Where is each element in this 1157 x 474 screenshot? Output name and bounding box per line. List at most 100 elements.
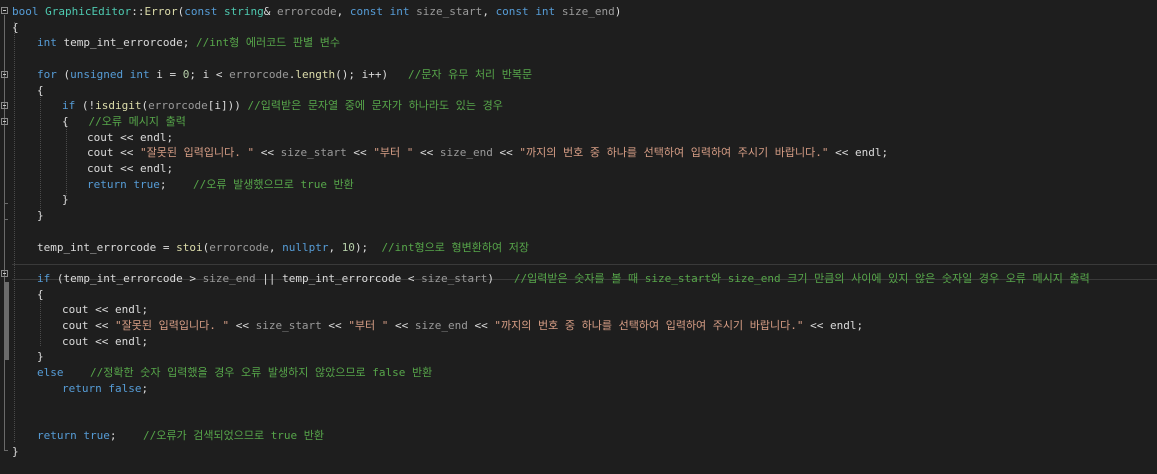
code-line[interactable]: if (!isdigit(errorcode[i])) //입력받은 문자열 중… xyxy=(62,98,503,114)
code-token: > xyxy=(182,271,203,285)
fold-end xyxy=(4,450,8,451)
code-token: ++) xyxy=(368,67,408,81)
code-line[interactable]: if (temp_int_errorcode > size_end || tem… xyxy=(37,271,1090,287)
collapse-for-icon[interactable] xyxy=(1,71,8,78)
code-token: size_start xyxy=(280,146,347,160)
code-token: return xyxy=(87,177,127,191)
indent-guide xyxy=(40,296,41,346)
code-token: << xyxy=(113,130,140,144)
code-token: errorcode xyxy=(229,67,289,81)
code-line[interactable]: return true; //오류 발생했으므로 true 반환 xyxy=(87,177,354,193)
code-token: = xyxy=(162,67,183,81)
code-line[interactable]: cout << "잘못된 입력입니다. " << size_start << "… xyxy=(62,318,863,334)
code-token: endl xyxy=(830,319,857,332)
code-line[interactable]: else //정확한 숫자 입력했을 경우 오류 발생하지 않았으므로 fals… xyxy=(37,365,432,381)
code-token: unsigned xyxy=(70,67,124,81)
code-line[interactable]: { xyxy=(37,287,44,303)
code-line[interactable]: for (unsigned int i = 0; i < errorcode.l… xyxy=(37,67,532,83)
code-line[interactable]: bool GraphicEditor::Error(const string& … xyxy=(12,4,621,20)
collapse-if-icon[interactable] xyxy=(1,270,8,277)
code-token: } xyxy=(12,444,19,458)
code-token: "부터 " xyxy=(348,319,389,332)
code-token: //오류 메시지 출력 xyxy=(88,114,186,128)
code-token: temp_int_errorcode xyxy=(37,240,157,254)
code-token: length xyxy=(295,67,336,81)
code-token: < xyxy=(401,271,422,285)
code-token: nullptr xyxy=(282,240,329,254)
code-line[interactable]: cout << endl; xyxy=(62,334,148,350)
code-token: 10 xyxy=(341,240,355,254)
code-token: size_end xyxy=(439,146,493,160)
code-line[interactable]: } xyxy=(37,349,44,365)
code-token: //오류가 검색되었으므로 true 반환 xyxy=(143,428,325,442)
code-token: ; xyxy=(166,130,174,144)
collapse-if-icon[interactable] xyxy=(1,102,8,109)
code-token: ; xyxy=(881,146,889,160)
code-token: if xyxy=(37,271,51,285)
code-line[interactable]: cout << endl; xyxy=(87,161,173,177)
code-token: endl xyxy=(140,162,167,175)
code-token: ( xyxy=(50,271,64,285)
code-token: , xyxy=(328,240,342,254)
code-token: } xyxy=(37,209,44,223)
code-token: ])) xyxy=(220,99,248,113)
code-line[interactable]: int temp_int_errorcode; //int형 에러코드 판별 변… xyxy=(37,35,340,51)
code-token: false xyxy=(108,381,142,395)
code-token: "잘못된 입력입니다. " xyxy=(115,319,230,332)
code-editor[interactable]: bool GraphicEditor::Error(const string& … xyxy=(0,0,1157,474)
code-token: bool xyxy=(12,5,39,18)
fold-margin xyxy=(0,0,10,474)
code-token: || xyxy=(255,271,283,285)
code-token: isdigit xyxy=(95,99,142,113)
code-line[interactable]: } xyxy=(37,208,44,224)
code-token: else xyxy=(37,366,64,380)
code-line[interactable]: { xyxy=(12,20,19,36)
code-token: ( xyxy=(56,67,71,81)
code-token: //문자 유무 처리 반복문 xyxy=(407,67,533,81)
code-line[interactable]: temp_int_errorcode = stoi(errorcode, nul… xyxy=(37,240,529,256)
code-token: (); xyxy=(335,67,362,81)
code-token: size_start xyxy=(416,5,483,18)
code-token: "까지의 번호 중 하나를 선택하여 입력하여 주시기 바랍니다." xyxy=(519,146,829,160)
code-token: //int형 에러코드 판별 변수 xyxy=(195,36,341,50)
code-token: //정확한 숫자 입력했을 경우 오류 발생하지 않았으므로 false 반환 xyxy=(90,366,433,380)
code-line[interactable]: { xyxy=(37,83,44,99)
code-token: ); xyxy=(354,240,382,254)
change-bar xyxy=(4,282,9,360)
collapse-block-icon[interactable] xyxy=(1,118,8,125)
code-token: "부터 " xyxy=(373,146,414,160)
code-token: temp_int_errorcode xyxy=(282,271,402,285)
code-token: << xyxy=(88,303,115,317)
code-token: true xyxy=(133,177,160,191)
code-line[interactable]: cout << endl; xyxy=(87,130,173,146)
code-line[interactable]: return true; //오류가 검색되었으므로 true 반환 xyxy=(37,428,324,444)
code-token: cout xyxy=(87,146,114,160)
code-token: ; xyxy=(856,319,864,332)
code-token: = xyxy=(156,240,177,254)
code-token: temp_int_errorcode xyxy=(63,271,183,285)
collapse-function-icon[interactable] xyxy=(1,7,8,14)
code-token: int xyxy=(535,5,556,18)
code-token: ; xyxy=(159,177,193,191)
code-token: { xyxy=(62,114,89,128)
code-token: & xyxy=(263,5,277,18)
code-line[interactable]: } xyxy=(12,444,19,460)
code-token: { xyxy=(12,20,19,34)
code-token: const xyxy=(184,5,218,18)
code-token: << xyxy=(492,146,520,160)
code-line[interactable]: { //오류 메시지 출력 xyxy=(62,114,186,130)
code-line[interactable]: cout << "잘못된 입력입니다. " << size_start << "… xyxy=(87,145,888,161)
code-token: << xyxy=(88,334,115,348)
fold-end xyxy=(4,203,8,204)
code-line[interactable]: cout << endl; xyxy=(62,302,148,318)
code-token: << xyxy=(88,319,115,332)
code-token: if xyxy=(62,99,76,113)
code-line[interactable]: } xyxy=(62,192,69,208)
code-line[interactable]: return false; xyxy=(62,381,148,397)
code-token: << xyxy=(321,319,349,332)
code-token: //입력받은 숫자를 볼 때 size_start와 size_end 크기 만… xyxy=(513,271,1090,285)
